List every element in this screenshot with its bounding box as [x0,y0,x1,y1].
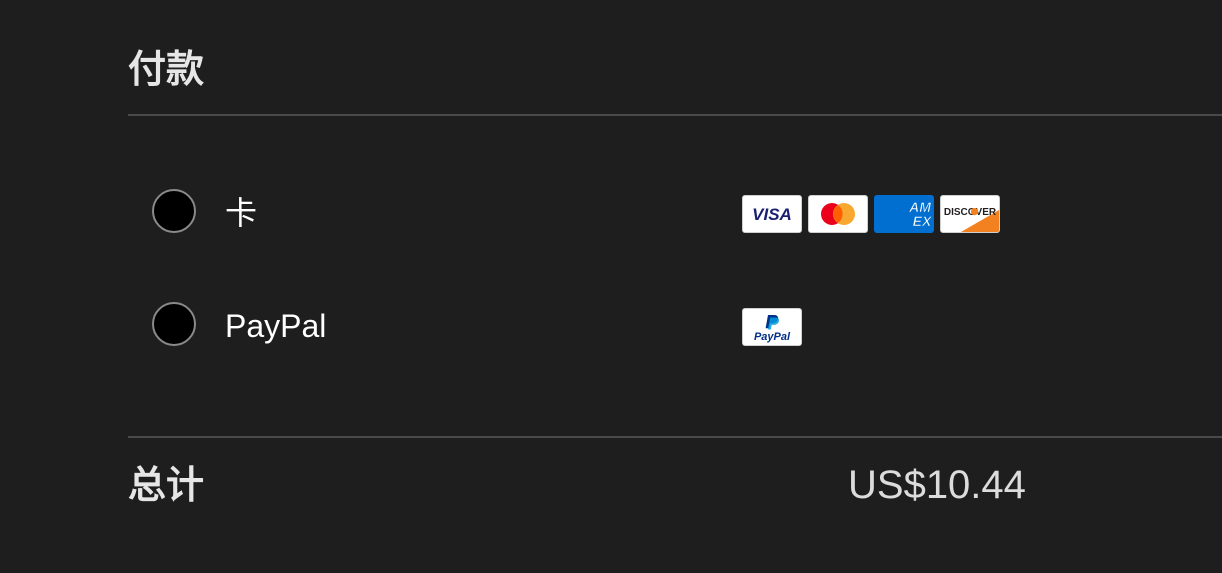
paypal-radio-button[interactable] [152,302,196,346]
discover-logo: DISCOVER [940,195,1000,233]
payment-option-paypal[interactable]: PayPal PayPal [152,302,1052,352]
amex-logo-bottom-text: EX [913,213,933,229]
total-amount: US$10.44 [848,463,1026,507]
paypal-logo: PayPal [742,308,802,346]
payment-page: 付款 卡 VISA AM EX DISCOVER PayPal PayPal 总… [0,0,1222,573]
payment-title: 付款 [128,47,205,91]
card-radio-button[interactable] [152,189,196,233]
visa-logo: VISA [742,195,802,233]
total-label: 总计 [128,463,205,507]
divider [128,114,1222,116]
paypal-logo-text: PayPal [754,331,791,343]
paypal-option-label: PayPal [225,308,327,344]
mastercard-logo [808,195,868,233]
amex-logo: AM EX [874,195,934,233]
divider [128,436,1222,438]
discover-logo-text: DISCOVER [944,207,997,218]
card-option-label: 卡 [225,195,258,231]
visa-logo-text: VISA [752,205,792,224]
payment-option-card[interactable]: 卡 VISA AM EX DISCOVER [152,189,1052,239]
